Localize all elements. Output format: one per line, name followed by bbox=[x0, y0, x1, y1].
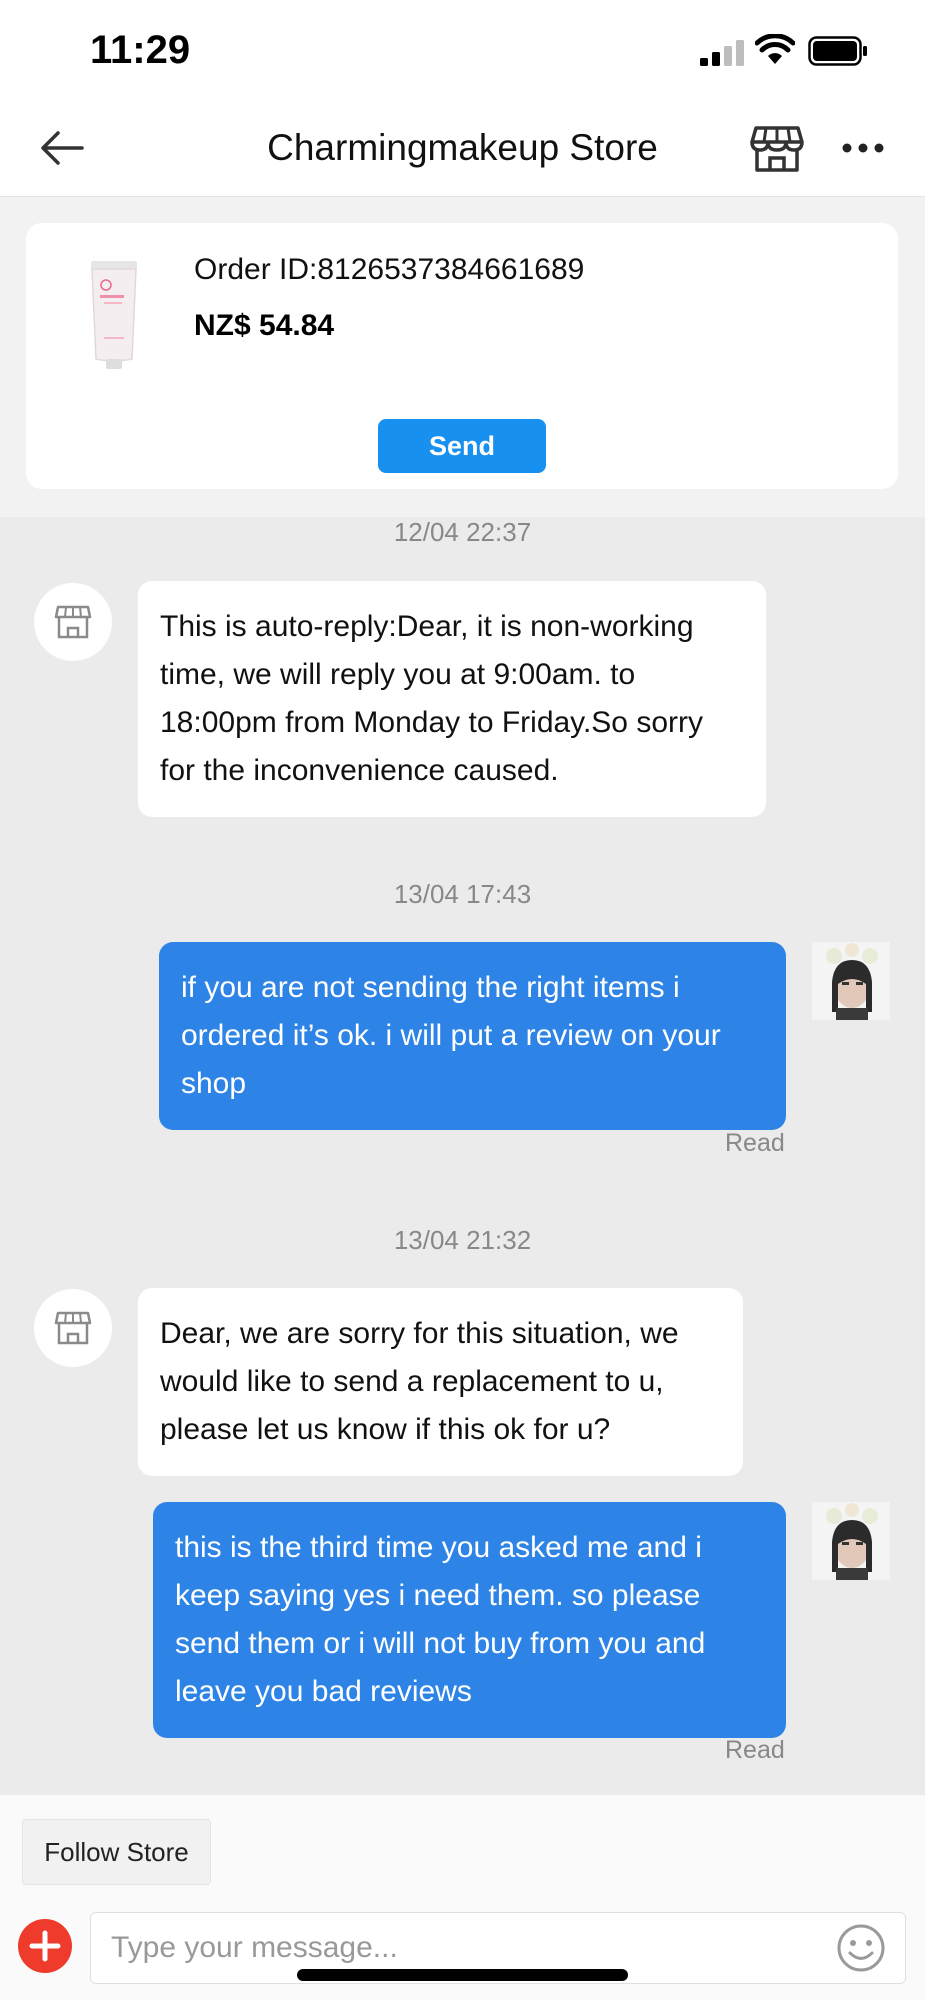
read-status: Read bbox=[725, 1736, 785, 1764]
user-photo bbox=[812, 1502, 890, 1580]
wifi-icon bbox=[755, 34, 795, 64]
message-bubble-store: Dear, we are sorry for this situation, w… bbox=[138, 1288, 743, 1476]
message-timestamp: 13/04 21:32 bbox=[393, 1225, 532, 1255]
add-attachment-button[interactable] bbox=[18, 1919, 72, 1973]
message-timestamp: 13/04 17:43 bbox=[393, 879, 532, 909]
message-bubble-store: This is auto-reply:Dear, it is non-worki… bbox=[138, 581, 766, 817]
order-id: Order ID:8126537384661689 bbox=[194, 253, 585, 286]
chat-area[interactable]: 12/04 22:37 This is auto-reply:Dear, it … bbox=[0, 517, 925, 1795]
battery-icon bbox=[808, 36, 867, 66]
user-avatar[interactable] bbox=[812, 942, 890, 1020]
store-avatar[interactable] bbox=[34, 1289, 112, 1367]
store-icon bbox=[54, 605, 92, 639]
user-avatar[interactable] bbox=[812, 1502, 890, 1580]
message-bubble-user: if you are not sending the right items i… bbox=[159, 942, 786, 1130]
user-photo bbox=[812, 942, 890, 1020]
status-bar: 11:29 bbox=[0, 0, 925, 100]
read-status: Read bbox=[725, 1129, 785, 1157]
store-icon bbox=[54, 1311, 92, 1345]
order-section: Order ID:8126537384661689 NZ$ 54.84 Send bbox=[0, 197, 925, 517]
product-image bbox=[91, 261, 137, 369]
send-order-button[interactable]: Send bbox=[378, 419, 546, 473]
plus-icon bbox=[29, 1930, 61, 1962]
store-icon[interactable] bbox=[750, 122, 804, 174]
home-indicator[interactable] bbox=[297, 1969, 628, 1981]
emoji-icon[interactable] bbox=[836, 1923, 886, 1973]
message-timestamp: 12/04 22:37 bbox=[393, 517, 532, 547]
status-time: 11:29 bbox=[90, 28, 191, 72]
follow-store-button[interactable]: Follow Store bbox=[22, 1819, 211, 1885]
order-price: NZ$ 54.84 bbox=[194, 309, 335, 342]
more-icon[interactable] bbox=[842, 140, 884, 156]
message-bubble-user: this is the third time you asked me and … bbox=[153, 1502, 786, 1738]
store-avatar[interactable] bbox=[34, 583, 112, 661]
order-card[interactable]: Order ID:8126537384661689 NZ$ 54.84 Send bbox=[26, 223, 898, 489]
chat-header: Charmingmakeup Store bbox=[0, 100, 925, 197]
cellular-signal-icon bbox=[700, 40, 744, 66]
